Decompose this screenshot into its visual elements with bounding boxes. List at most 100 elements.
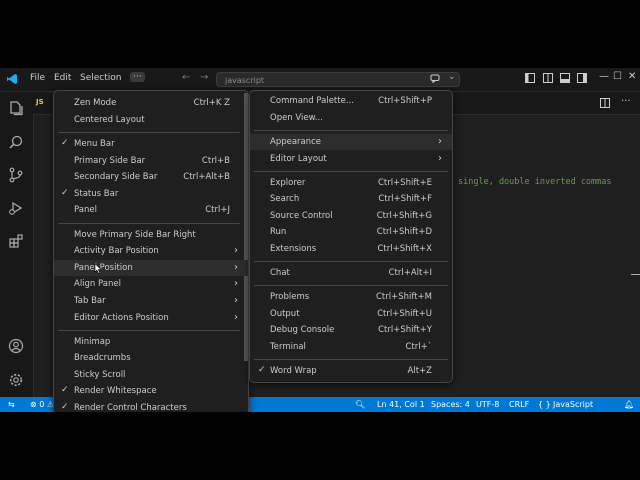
menu-more-button[interactable]: ··· bbox=[130, 72, 145, 82]
menu-item-zen-mode[interactable]: Zen Mode Ctrl+K Z bbox=[54, 95, 248, 111]
menu-item-label: Open View... bbox=[270, 113, 323, 123]
menu-item-status-bar[interactable]: ✓ Status Bar bbox=[54, 186, 248, 202]
extensions-icon[interactable] bbox=[8, 233, 24, 249]
menu-item-command-palette[interactable]: Command Palette... Ctrl+Shift+P bbox=[250, 93, 452, 109]
menu-item-label: Extensions bbox=[270, 244, 317, 254]
view-menu: Command Palette... Ctrl+Shift+P Open View.… bbox=[249, 90, 453, 383]
menu-separator bbox=[58, 223, 240, 224]
menu-item-render-whitespace[interactable]: ✓ Render Whitespace bbox=[54, 383, 248, 399]
menu-item-primary-side-bar[interactable]: Primary Side Bar Ctrl+B bbox=[54, 153, 248, 169]
menu-item-align-panel[interactable]: Align Panel › bbox=[54, 276, 248, 292]
keybinding-label: Ctrl+Shift+U bbox=[377, 309, 432, 319]
toggle-bottom-panel-icon[interactable] bbox=[560, 73, 570, 83]
mouse-pointer-icon bbox=[94, 263, 102, 274]
language-mode[interactable]: JavaScript bbox=[553, 400, 593, 409]
menu-item-panel-position[interactable]: Panel Position › bbox=[54, 260, 248, 276]
menu-item-source-control[interactable]: Source Control Ctrl+Shift+G bbox=[250, 208, 452, 224]
menu-item-label: Minimap bbox=[74, 337, 111, 347]
line-ending[interactable]: CRLF bbox=[509, 400, 529, 409]
menu-item-run[interactable]: Run Ctrl+Shift+D bbox=[250, 224, 452, 240]
keybinding-label: Ctrl+Alt+I bbox=[388, 268, 432, 278]
editor-ruler bbox=[631, 274, 640, 275]
menu-item-open-view[interactable]: Open View... bbox=[250, 110, 452, 126]
menu-item-label: Centered Layout bbox=[74, 115, 145, 125]
chat-dropdown-icon[interactable]: ⌄ bbox=[448, 72, 456, 82]
chat-icon[interactable] bbox=[430, 73, 440, 83]
menu-file[interactable]: File bbox=[30, 73, 45, 83]
menu-item-render-control-characters[interactable]: ✓ Render Control Characters bbox=[54, 400, 248, 412]
back-arrow-icon[interactable]: ← bbox=[182, 72, 190, 83]
vscode-window: File Edit Selection ··· ← → javascript ⌄… bbox=[0, 68, 640, 412]
submenu-chevron-right-icon: › bbox=[234, 312, 238, 323]
keybinding-label: Ctrl+Shift+G bbox=[376, 211, 432, 221]
menu-separator bbox=[254, 359, 448, 360]
source-control-icon[interactable] bbox=[8, 167, 24, 183]
customize-layout-icon[interactable] bbox=[577, 73, 587, 83]
menu-edit[interactable]: Edit bbox=[54, 73, 71, 83]
encoding[interactable]: UTF-8 bbox=[476, 400, 499, 409]
command-center-search[interactable]: javascript bbox=[216, 72, 460, 87]
menu-item-sticky-scroll[interactable]: Sticky Scroll bbox=[54, 367, 248, 383]
remote-indicator-icon[interactable]: ⇆ bbox=[8, 400, 15, 409]
menu-item-chat[interactable]: Chat Ctrl+Alt+I bbox=[250, 265, 452, 281]
menu-item-activity-bar-position[interactable]: Activity Bar Position › bbox=[54, 243, 248, 259]
menu-item-terminal[interactable]: Terminal Ctrl+` bbox=[250, 339, 452, 355]
menu-item-appearance[interactable]: Appearance › bbox=[250, 134, 452, 150]
js-file-icon[interactable]: JS bbox=[36, 98, 44, 106]
menu-item-secondary-side-bar[interactable]: Secondary Side Bar Ctrl+Alt+B bbox=[54, 169, 248, 185]
toggle-panel-icon[interactable] bbox=[543, 73, 553, 83]
menu-item-label: Render Control Characters bbox=[74, 403, 187, 412]
menu-item-centered-layout[interactable]: Centered Layout bbox=[54, 112, 248, 128]
menu-separator bbox=[254, 261, 448, 262]
menu-item-label: Zen Mode bbox=[74, 98, 117, 108]
menu-item-output[interactable]: Output Ctrl+Shift+U bbox=[250, 306, 452, 322]
menu-item-debug-console[interactable]: Debug Console Ctrl+Shift+Y bbox=[250, 322, 452, 338]
account-icon[interactable] bbox=[8, 338, 24, 354]
menu-item-minimap[interactable]: Minimap bbox=[54, 334, 248, 350]
explorer-icon[interactable] bbox=[8, 100, 24, 116]
close-icon[interactable]: ✕ bbox=[628, 71, 636, 82]
minimize-icon[interactable]: — bbox=[599, 71, 609, 82]
language-braces: { } bbox=[538, 400, 551, 409]
menu-item-extensions[interactable]: Extensions Ctrl+Shift+X bbox=[250, 241, 452, 257]
menu-item-word-wrap[interactable]: ✓ Word Wrap Alt+Z bbox=[250, 363, 452, 379]
checkmark-icon: ✓ bbox=[61, 402, 69, 412]
menu-item-move-primary-side-bar-right[interactable]: Move Primary Side Bar Right bbox=[54, 227, 248, 243]
menu-selection[interactable]: Selection bbox=[80, 73, 121, 83]
problems-indicator[interactable]: ⊗ 0 ⚠ bbox=[30, 400, 54, 409]
cursor-position[interactable]: Ln 41, Col 1 bbox=[377, 400, 425, 409]
indentation[interactable]: Spaces: 4 bbox=[431, 400, 470, 409]
menu-item-explorer[interactable]: Explorer Ctrl+Shift+E bbox=[250, 175, 452, 191]
maximize-icon[interactable]: ☐ bbox=[613, 71, 622, 82]
code-line[interactable]: single, double inverted commas bbox=[458, 177, 612, 187]
menu-item-search[interactable]: Search Ctrl+Shift+F bbox=[250, 191, 452, 207]
menu-item-label: Panel bbox=[74, 205, 97, 215]
split-editor-icon[interactable] bbox=[600, 98, 610, 108]
menu-item-tab-bar[interactable]: Tab Bar › bbox=[54, 293, 248, 309]
menu-item-label: Render Whitespace bbox=[74, 386, 157, 396]
menu-item-editor-layout[interactable]: Editor Layout › bbox=[250, 151, 452, 167]
keybinding-label: Ctrl+Shift+X bbox=[377, 244, 432, 254]
submenu-chevron-right-icon: › bbox=[234, 245, 238, 256]
zoom-icon[interactable]: 🔍︎ bbox=[355, 400, 365, 409]
search-icon[interactable] bbox=[8, 134, 24, 150]
menu-item-label: Editor Actions Position bbox=[74, 313, 169, 323]
settings-gear-icon[interactable] bbox=[8, 372, 24, 388]
menu-item-breadcrumbs[interactable]: Breadcrumbs bbox=[54, 350, 248, 366]
notifications-bell-icon[interactable]: 🔔︎ bbox=[624, 400, 634, 409]
run-debug-icon[interactable] bbox=[8, 200, 24, 216]
checkmark-icon: ✓ bbox=[258, 365, 266, 375]
menu-item-label: Chat bbox=[270, 268, 290, 278]
menu-item-panel[interactable]: Panel Ctrl+J bbox=[54, 202, 248, 218]
toggle-primary-sidebar-icon[interactable] bbox=[525, 73, 535, 83]
submenu-chevron-right-icon: › bbox=[234, 295, 238, 306]
menu-item-editor-actions-position[interactable]: Editor Actions Position › bbox=[54, 310, 248, 326]
checkmark-icon: ✓ bbox=[61, 385, 69, 395]
submenu-chevron-right-icon: › bbox=[438, 153, 442, 164]
keybinding-label: Ctrl+Alt+B bbox=[183, 172, 230, 182]
menu-item-problems[interactable]: Problems Ctrl+Shift+M bbox=[250, 289, 452, 305]
menu-separator bbox=[254, 130, 448, 131]
forward-arrow-icon[interactable]: → bbox=[200, 72, 208, 83]
more-actions-icon[interactable]: ··· bbox=[621, 96, 631, 107]
menu-item-menu-bar[interactable]: ✓ Menu Bar bbox=[54, 136, 248, 152]
